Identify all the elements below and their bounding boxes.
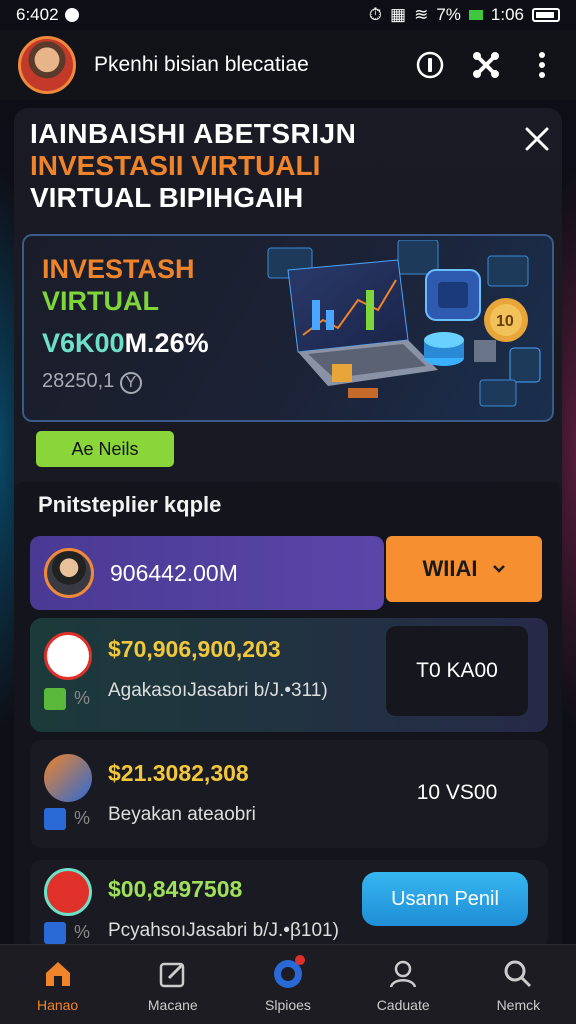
status-time: 6:402	[16, 5, 59, 24]
search-icon	[501, 957, 535, 991]
banner-line3-teal: V6K00	[42, 328, 125, 358]
note-icon	[44, 808, 66, 830]
battery-icon	[532, 8, 560, 22]
nav-item-explore[interactable]: Slpioes	[233, 954, 343, 1013]
featured-row[interactable]: 906442.00M	[30, 536, 384, 610]
card-subtitle: PcyahsoıJasabri b/J.•β101)	[108, 920, 339, 941]
card-amount: $70,906,900,203	[108, 636, 281, 662]
card-action-button[interactable]: T0 KA00	[386, 626, 528, 716]
hero-title-line2: INVESTASII VIRTUALI	[30, 150, 321, 181]
hero-title-line1: IAINBAISHI ABETSRIJN	[30, 118, 357, 149]
status-bar: 6:402 ⏱ ▦ ≋ 7% 1:06	[0, 0, 576, 30]
featured-value: 906442.00M	[110, 559, 238, 586]
shuffle-icon[interactable]	[470, 49, 502, 81]
nav-label: Slpioes	[265, 996, 311, 1013]
app-header: Pkenhi bisian blecatiae	[0, 30, 576, 100]
nav-label: Macane	[147, 996, 198, 1013]
card-logo-icon	[44, 632, 92, 680]
nav-item-search[interactable]: Nemck	[463, 957, 573, 1013]
banner-line3-white: M.26%	[124, 328, 209, 358]
card-amount: $00,8497508	[108, 876, 243, 902]
cell-signal-icon	[468, 10, 483, 20]
signal-icon: ▦	[390, 5, 407, 24]
more-vertical-icon[interactable]	[526, 49, 558, 81]
banner-line4-text: 28250,1	[42, 370, 115, 392]
info-icon[interactable]	[414, 49, 446, 81]
banner-line3: V6K00M.26%	[42, 328, 209, 359]
notification-icon	[64, 8, 79, 22]
check-icon	[44, 688, 66, 710]
investment-card[interactable]: $21.3082,308 % Beyakan ateaobri 10 VS00	[30, 740, 548, 848]
bottom-nav: Hanao Macane Slpioes Caduate Nemck	[0, 944, 576, 1024]
notification-badge	[294, 954, 305, 965]
user-icon	[386, 957, 420, 991]
card-action-button[interactable]: 10 VS00	[386, 752, 528, 834]
featured-dropdown-button[interactable]: WIIAI	[386, 536, 542, 602]
list-section: Pnitsteplier kqple 906442.00M WIIAI $70,…	[14, 482, 562, 950]
edit-square-icon	[156, 957, 190, 991]
card-subtitle: Beyakan ateaobri	[108, 804, 256, 825]
list-heading: Pnitsteplier kqple	[38, 492, 222, 517]
compass-icon	[271, 954, 305, 991]
action-green-button[interactable]: Ae Neils	[36, 431, 174, 467]
banner-line1: INVESTASH	[42, 254, 195, 284]
featured-dropdown-label: WIIAI	[422, 556, 478, 581]
nav-item-home[interactable]: Hanao	[3, 957, 113, 1013]
profile-avatar[interactable]	[18, 36, 76, 94]
banner-circle-glyph: Y	[125, 374, 137, 391]
nav-label: Nemck	[496, 996, 541, 1013]
banner-circle-icon: Y	[119, 372, 142, 394]
percent-icon: %	[74, 688, 91, 708]
percent-icon: %	[74, 808, 91, 828]
banner-line4: 28250,1 Y	[42, 370, 142, 394]
percent-icon: %	[74, 922, 91, 942]
nav-label: Hanao	[36, 996, 79, 1013]
hero-title-line3: VIRTUAL BIPIHGAIH	[30, 182, 304, 213]
investment-card[interactable]: $00,8497508 % PcyahsoıJasabri b/J.•β101)…	[30, 860, 548, 950]
card-logo-icon	[44, 868, 92, 916]
promo-banner[interactable]: INVESTASH VIRTUAL V6K00M.26% 28250,1 Y 1…	[22, 234, 554, 422]
svg-text:10: 10	[496, 313, 514, 330]
app-title: Pkenhi bisian blecatiae	[94, 53, 309, 76]
card-subtitle: AgakasoıJasabri b/J.•311)	[108, 680, 328, 701]
laptop-illustration: 10	[267, 240, 541, 407]
alarm-icon: ⏱	[368, 5, 383, 24]
note-icon	[44, 922, 66, 944]
nav-item-manage[interactable]: Macane	[118, 957, 228, 1013]
investment-card[interactable]: $70,906,900,203 % AgakasoıJasabri b/J.•3…	[30, 618, 548, 732]
card-action-button[interactable]: Usann Penil	[362, 872, 528, 926]
main-card: IAINBAISHI ABETSRIJN INVESTASII VIRTUALI…	[14, 108, 562, 950]
wifi-icon: ≋	[414, 5, 429, 24]
battery-percent: 7%	[436, 5, 461, 24]
banner-line2: VIRTUAL	[42, 286, 159, 316]
card-amount: $21.3082,308	[108, 760, 249, 786]
close-icon[interactable]	[524, 126, 550, 152]
featured-avatar	[44, 548, 94, 598]
card-logo-icon	[44, 754, 92, 802]
nav-label: Caduate	[376, 996, 430, 1013]
chevron-down-icon	[492, 565, 505, 573]
status-clock: 1:06	[490, 5, 524, 24]
home-icon	[41, 957, 75, 991]
nav-item-profile[interactable]: Caduate	[348, 957, 458, 1013]
